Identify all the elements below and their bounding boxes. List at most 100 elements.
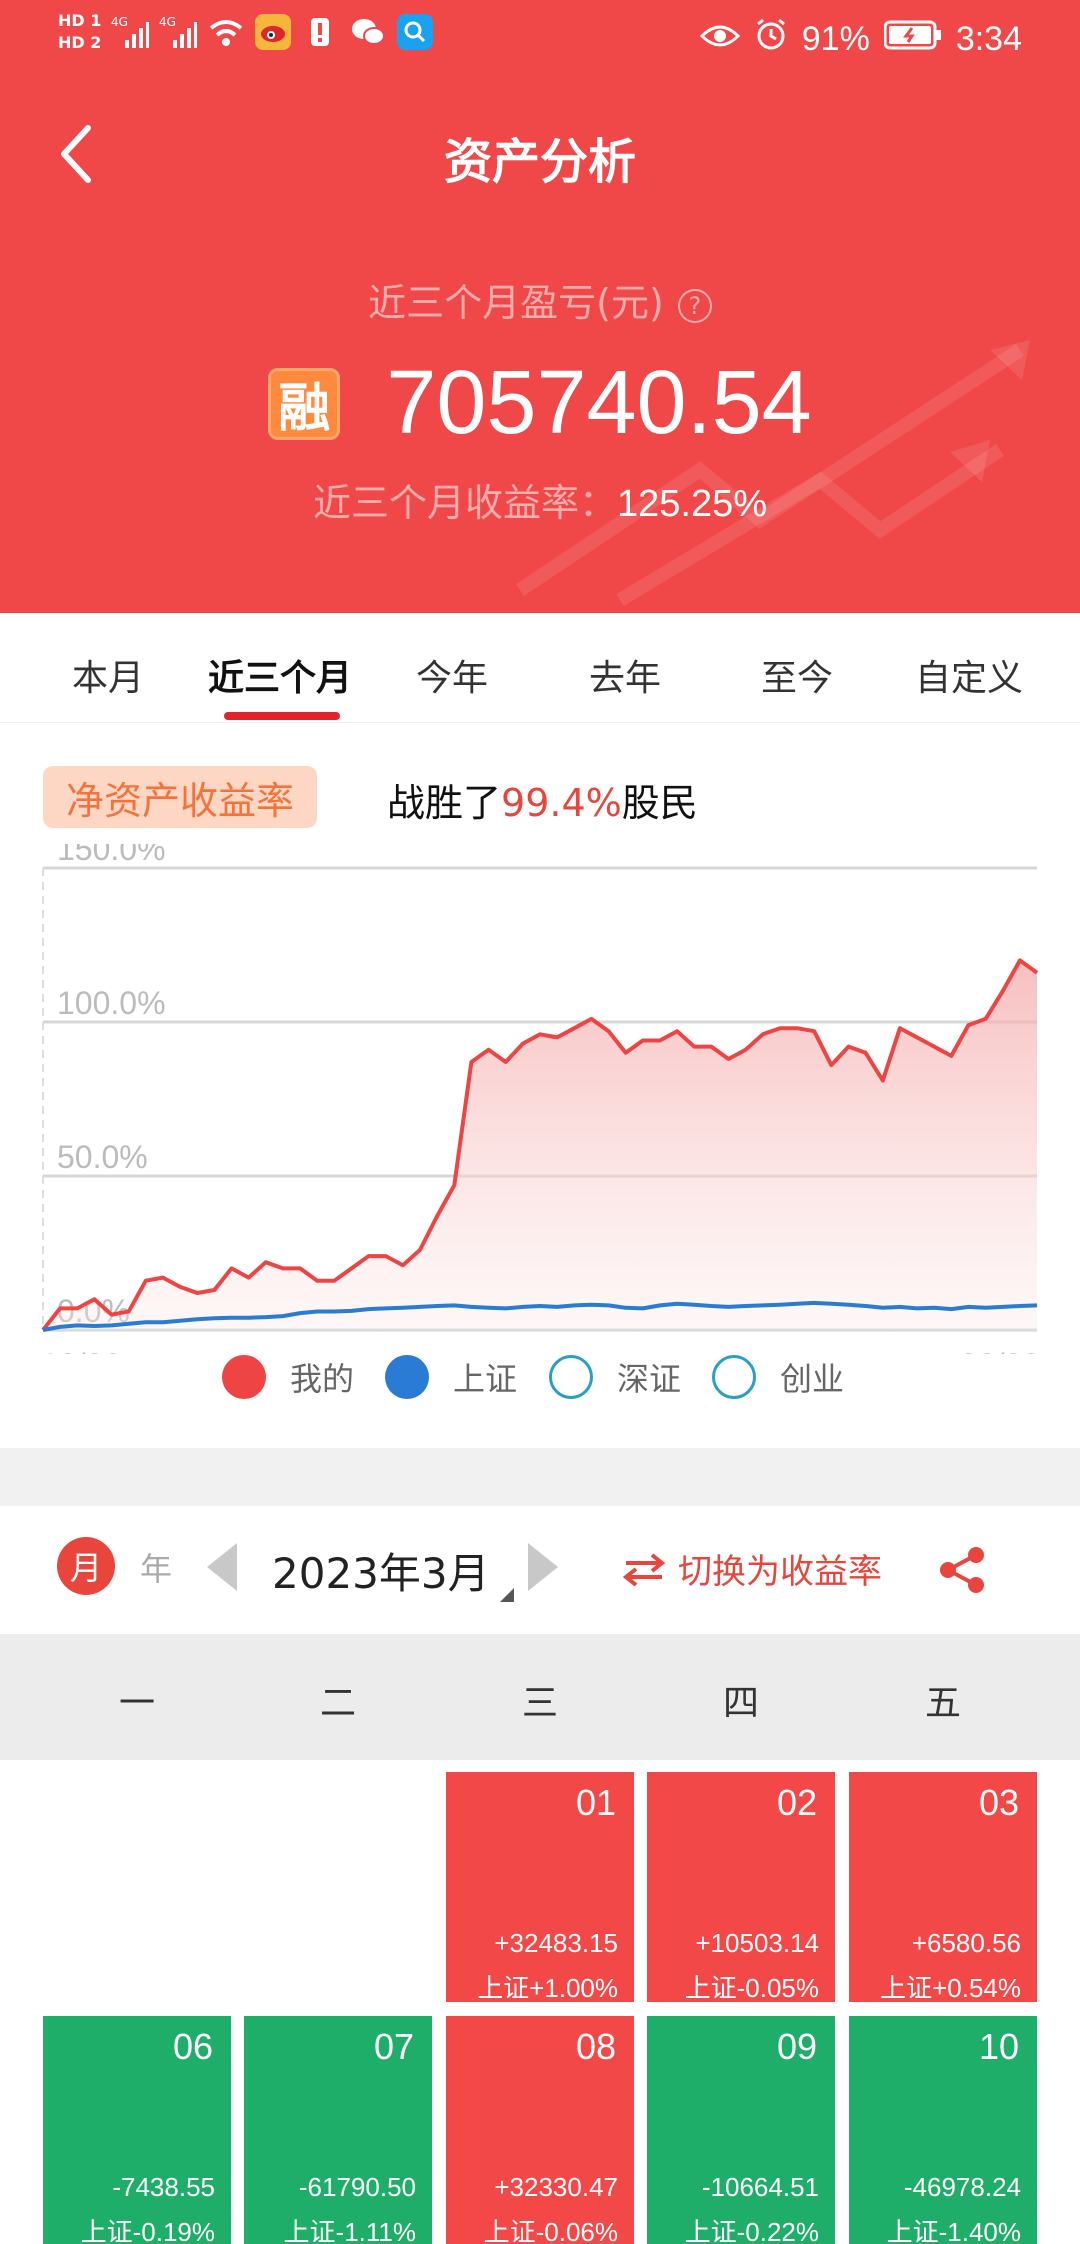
svg-text:4G: 4G	[111, 15, 128, 29]
x-tick-label: 03/23	[960, 1347, 1040, 1354]
header-banner: HD 1 HD 2 4G 4G 91% 3:34 资产分析 近三个月盈亏(元) …	[0, 0, 1080, 613]
legend-item-shanghai[interactable]: 上证	[385, 1354, 517, 1400]
calendar-day-cell[interactable]: 03 +6580.56 上证+0.54%	[849, 1772, 1037, 2003]
y-tick-label: 100.0%	[57, 985, 166, 1021]
calendar-day-cell[interactable]: 02 +10503.14 上证-0.05%	[647, 1772, 835, 2003]
day-index-change: 上证-0.05%	[684, 1973, 819, 2003]
pnl-amount-row: 融 705740.54	[0, 352, 1080, 455]
legend-label-shenzhen: 深证	[617, 1360, 682, 1398]
day-pnl: +32330.47	[494, 2172, 618, 2202]
switch-to-return-rate-button[interactable]: 切换为收益率	[622, 1544, 882, 1593]
switch-label: 切换为收益率	[678, 1552, 882, 1592]
day-pnl: -10664.51	[701, 2172, 819, 2202]
prev-month-button[interactable]	[207, 1543, 237, 1591]
day-number: 02	[776, 1782, 817, 1823]
day-pnl: +10503.14	[695, 1928, 819, 1958]
day-index-change: 上证-0.19%	[80, 2217, 215, 2244]
legend-label-chinext: 创业	[780, 1360, 845, 1398]
weekday-fri: 五	[924, 1683, 961, 1724]
legend-dot-mine	[222, 1355, 266, 1399]
day-index-change: 上证+0.54%	[880, 1973, 1021, 2003]
tab-this-year[interactable]: 今年	[366, 649, 538, 701]
clock-time: 3:34	[955, 20, 1022, 58]
tab-this-month[interactable]: 本月	[22, 649, 194, 701]
day-index-change: 上证-1.11%	[283, 2217, 416, 2244]
calendar-day-cell[interactable]: 09 -10664.51 上证-0.22%	[647, 2016, 835, 2244]
current-month-label[interactable]: 2023年3月	[272, 1540, 490, 1601]
day-index-change: 上证-0.22%	[684, 2217, 819, 2244]
weekday-mon: 一	[118, 1683, 155, 1724]
section-divider	[0, 1448, 1080, 1506]
year-mode-toggle[interactable]: 年	[140, 1544, 172, 1590]
page-title: 资产分析	[443, 134, 636, 190]
calendar-day-cell[interactable]: 06 -7438.55 上证-0.19%	[43, 2016, 231, 2244]
tab-last-three-months[interactable]: 近三个月	[194, 649, 366, 701]
question-circle-icon[interactable]: ?	[677, 288, 712, 323]
wifi-icon	[207, 13, 245, 51]
active-tab-indicator	[224, 712, 340, 720]
nav-bar: 资产分析	[0, 100, 1080, 210]
legend-dot-chinext	[712, 1355, 756, 1399]
calendar-day-cell[interactable]: 08 +32330.47 上证-0.06%	[446, 2016, 634, 2244]
svg-text:4G: 4G	[159, 15, 176, 29]
calendar-day-cell[interactable]: 07 -61790.50 上证-1.11%	[244, 2016, 432, 2244]
wechat-icon	[349, 13, 387, 51]
roe-badge[interactable]: 净资产收益率	[43, 766, 317, 828]
return-line-chart[interactable]: 150.0%100.0%50.0%0.0%12/2603/23	[0, 844, 1080, 1354]
beat-prefix: 战胜了	[387, 781, 502, 825]
legend-item-mine[interactable]: 我的	[222, 1354, 354, 1400]
status-bar: HD 1 HD 2 4G 4G 91% 3:34	[0, 0, 1080, 80]
signal-icon-2: 4G	[159, 13, 198, 51]
chart-legend: 我的 上证 深证 创业	[0, 1354, 1080, 1414]
hd2-label: HD 2	[58, 33, 102, 52]
margin-account-badge: 融	[268, 367, 341, 440]
x-tick-label: 12/26	[41, 1347, 121, 1354]
alarm-icon	[754, 18, 788, 61]
legend-item-shenzhen[interactable]: 深证	[549, 1354, 681, 1400]
day-pnl: +32483.15	[494, 1928, 618, 1958]
day-index-change: 上证+1.00%	[477, 1973, 618, 2003]
legend-dot-shanghai	[385, 1355, 429, 1399]
weekday-header: 一 二 三 四 五	[0, 1634, 1080, 1760]
day-index-change: 上证-0.06%	[483, 2217, 618, 2244]
day-number: 03	[978, 1782, 1019, 1823]
share-button[interactable]	[938, 1546, 986, 1594]
month-mode-toggle[interactable]: 月	[57, 1537, 115, 1595]
day-number: 06	[172, 2026, 213, 2067]
legend-dot-shenzhen	[549, 1355, 593, 1399]
calendar-day-cell[interactable]: 10 -46978.24 上证-1.40%	[849, 2016, 1037, 2244]
legend-label-shanghai: 上证	[453, 1360, 518, 1398]
calendar-grid: 01 +32483.15 上证+1.00% 02 +10503.14 上证-0.05% 03…	[0, 1760, 1080, 2244]
day-pnl: +6580.56	[911, 1928, 1021, 1958]
calendar-day-cell[interactable]: 01 +32483.15 上证+1.00%	[446, 1772, 634, 2003]
tab-custom[interactable]: 自定义	[883, 649, 1055, 701]
y-tick-label: 150.0%	[57, 844, 166, 867]
next-month-button[interactable]	[528, 1543, 558, 1591]
pnl-amount: 705740.54	[386, 353, 812, 453]
return-rate-row: 近三个月收益率：125.25%	[0, 472, 1080, 527]
eye-icon	[699, 20, 740, 59]
beat-investors-text: 战胜了99.4%股民	[387, 772, 698, 827]
month-picker-caret-icon[interactable]	[500, 1588, 514, 1602]
pnl-summary-text: 近三个月盈亏(元)	[368, 281, 664, 325]
legend-item-chinext[interactable]: 创业	[712, 1354, 844, 1400]
hd-indicator: HD 1 HD 2	[58, 12, 101, 52]
legend-label-mine: 我的	[290, 1360, 355, 1398]
weibo-icon	[255, 14, 292, 50]
battery-percent: 91%	[801, 20, 870, 58]
beat-percent: 99.4%	[501, 781, 622, 825]
signal-icon: 4G	[111, 13, 150, 51]
beat-suffix: 股民	[621, 781, 698, 825]
hd1-label: HD 1	[58, 11, 102, 30]
weekday-tue: 二	[319, 1683, 356, 1724]
day-number: 01	[575, 1782, 616, 1823]
day-pnl: -46978.24	[903, 2172, 1021, 2202]
tab-last-year[interactable]: 去年	[539, 649, 711, 701]
series-area-0	[43, 960, 1037, 1330]
tab-to-date[interactable]: 至今	[711, 649, 883, 701]
swap-arrows-icon	[622, 1552, 666, 1586]
share-icon	[940, 1547, 984, 1593]
day-number: 07	[373, 2026, 414, 2067]
day-number: 09	[776, 2026, 817, 2067]
return-rate-value: 125.25%	[617, 483, 768, 525]
